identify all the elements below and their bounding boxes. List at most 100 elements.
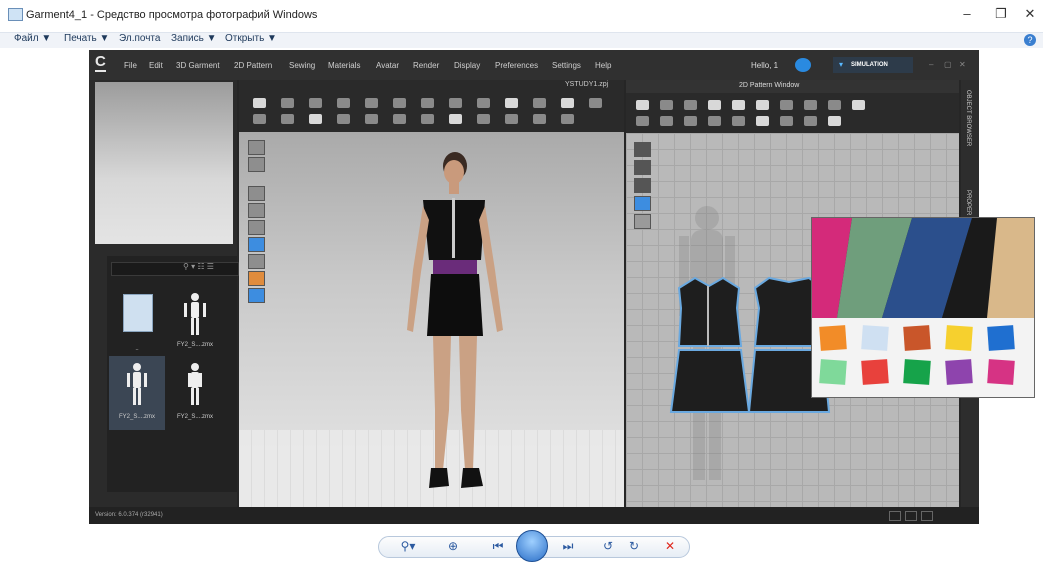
clo-menu-materials[interactable]: Materials — [328, 61, 360, 70]
stress-view-icon[interactable] — [248, 254, 265, 269]
layout-icon[interactable] — [921, 511, 933, 521]
clo-menu-file[interactable]: File — [124, 61, 137, 70]
layer-icon[interactable] — [561, 114, 574, 124]
avatar-tool-icon[interactable] — [561, 98, 574, 108]
fold-arrange-icon[interactable] — [365, 114, 378, 124]
fabric-view-icon[interactable] — [248, 203, 265, 218]
move-tool-icon[interactable] — [281, 98, 294, 108]
menu-email[interactable]: Эл.почта — [119, 33, 160, 44]
clo-menu-help[interactable]: Help — [595, 61, 611, 70]
strengthen-icon[interactable] — [337, 114, 350, 124]
internal-line-icon[interactable] — [780, 100, 793, 110]
texture-edit-icon[interactable] — [732, 116, 745, 126]
ruler-icon[interactable] — [828, 116, 841, 126]
reset-icon[interactable] — [505, 114, 518, 124]
cloud-icon[interactable] — [795, 58, 811, 72]
zipper-tool-icon[interactable] — [505, 98, 518, 108]
segment-sewing-icon[interactable] — [636, 116, 649, 126]
brush-tool-icon[interactable] — [477, 98, 490, 108]
menu-file[interactable]: Файл ▼ — [14, 33, 51, 44]
button-tool-icon[interactable] — [533, 98, 546, 108]
skin-view-icon[interactable] — [248, 271, 265, 286]
rectangle-icon[interactable] — [732, 100, 745, 110]
help-icon[interactable]: ? — [1024, 34, 1036, 46]
snapshot-icon[interactable] — [477, 114, 490, 124]
clo-maximize-icon[interactable]: ▢ — [944, 60, 954, 70]
maximize-button[interactable]: ❐ — [988, 4, 1014, 24]
layout-icon[interactable] — [905, 511, 917, 521]
measure-tool-icon[interactable] — [393, 98, 406, 108]
close-window-button[interactable]: ✕ — [1017, 4, 1043, 24]
shrink-icon[interactable] — [393, 114, 406, 124]
avatar-icon — [127, 363, 147, 405]
texture-tool-icon[interactable] — [421, 98, 434, 108]
tab-property-editor[interactable]: PROPER — [965, 190, 971, 215]
library-item-avatar-selected[interactable]: FY2_S....zmx — [109, 356, 165, 430]
transform-icon[interactable] — [660, 100, 673, 110]
view-tool-icon[interactable] — [248, 140, 265, 155]
tack-tool-icon[interactable] — [337, 98, 350, 108]
circle-icon[interactable] — [756, 100, 769, 110]
style-line-icon[interactable] — [309, 114, 322, 124]
rotate-cw-button[interactable]: ↻ — [624, 537, 644, 555]
clo-menu-avatar[interactable]: Avatar — [376, 61, 399, 70]
rotate-ccw-button[interactable]: ↺ — [598, 537, 618, 555]
annotation-icon[interactable] — [804, 116, 817, 126]
record-icon[interactable] — [449, 114, 462, 124]
trace-tool-icon[interactable] — [281, 114, 294, 124]
topstitch-icon[interactable] — [780, 116, 793, 126]
seam-view-icon[interactable] — [248, 220, 265, 235]
menu-burn[interactable]: Запись ▼ — [171, 33, 217, 44]
edit-pattern-icon[interactable] — [636, 100, 649, 110]
avatar-view-icon[interactable] — [248, 157, 265, 172]
check-sewing-icon[interactable] — [684, 116, 697, 126]
delete-button[interactable]: ✕ — [660, 537, 680, 555]
clo-minimize-icon[interactable]: – — [929, 60, 939, 70]
layout-icon[interactable] — [889, 511, 901, 521]
library-item-avatar[interactable]: FY2_S....zmx — [167, 356, 223, 430]
edit-point-icon[interactable] — [684, 100, 697, 110]
library-item-folder[interactable]: .. — [109, 286, 165, 360]
library-search-icon[interactable]: ⚲ ▾ ☷ ☰ — [183, 262, 214, 271]
actual-size-icon[interactable]: ⊕ — [443, 537, 463, 555]
preview-box — [95, 82, 233, 244]
tab-object-browser[interactable]: OBJECT BROWSER — [965, 90, 971, 146]
menu-open[interactable]: Открыть ▼ — [225, 33, 277, 44]
notch-icon[interactable] — [852, 100, 865, 110]
garment-view-icon[interactable] — [248, 186, 265, 201]
free-sewing-icon[interactable] — [660, 116, 673, 126]
clo-menu-display[interactable]: Display — [454, 61, 480, 70]
pin-icon[interactable] — [533, 114, 546, 124]
menu-print[interactable]: Печать ▼ — [64, 33, 109, 44]
slideshow-button[interactable] — [516, 530, 548, 562]
select-tool-icon[interactable] — [253, 98, 266, 108]
clo-menu-edit[interactable]: Edit — [149, 61, 163, 70]
minimize-button[interactable]: – — [954, 4, 980, 24]
render-view-icon[interactable] — [248, 288, 265, 303]
texture-view-icon[interactable] — [248, 237, 265, 252]
library-search-input[interactable] — [111, 262, 239, 276]
pen-tool-icon[interactable] — [634, 142, 651, 157]
dart-icon[interactable] — [804, 100, 817, 110]
clo-menu-sewing[interactable]: Sewing — [289, 61, 315, 70]
graphic-icon[interactable] — [756, 116, 769, 126]
next-button[interactable]: ⏭ — [558, 537, 578, 555]
clo-menu-settings[interactable]: Settings — [552, 61, 581, 70]
clo-menu-render[interactable]: Render — [413, 61, 439, 70]
grain-icon[interactable] — [708, 116, 721, 126]
fold-tool-icon[interactable] — [309, 98, 322, 108]
trace-icon[interactable] — [828, 100, 841, 110]
pressure-icon[interactable] — [421, 114, 434, 124]
previous-button[interactable]: ⏮ — [488, 537, 508, 555]
arrange-tool-icon[interactable] — [253, 114, 266, 124]
clo-menu-preferences[interactable]: Preferences — [495, 61, 538, 70]
camera-tool-icon[interactable] — [589, 98, 602, 108]
library-item-avatar[interactable]: FY2_S....zmx — [167, 286, 223, 360]
pin-tool-icon[interactable] — [365, 98, 378, 108]
puckering-tool-icon[interactable] — [449, 98, 462, 108]
clo-menu-2d-pattern[interactable]: 2D Pattern — [234, 61, 272, 70]
polygon-icon[interactable] — [708, 100, 721, 110]
clo-close-icon[interactable]: ✕ — [959, 60, 969, 70]
zoom-icon[interactable]: ⚲▾ — [398, 537, 418, 555]
clo-menu-3d-garment[interactable]: 3D Garment — [176, 61, 220, 70]
